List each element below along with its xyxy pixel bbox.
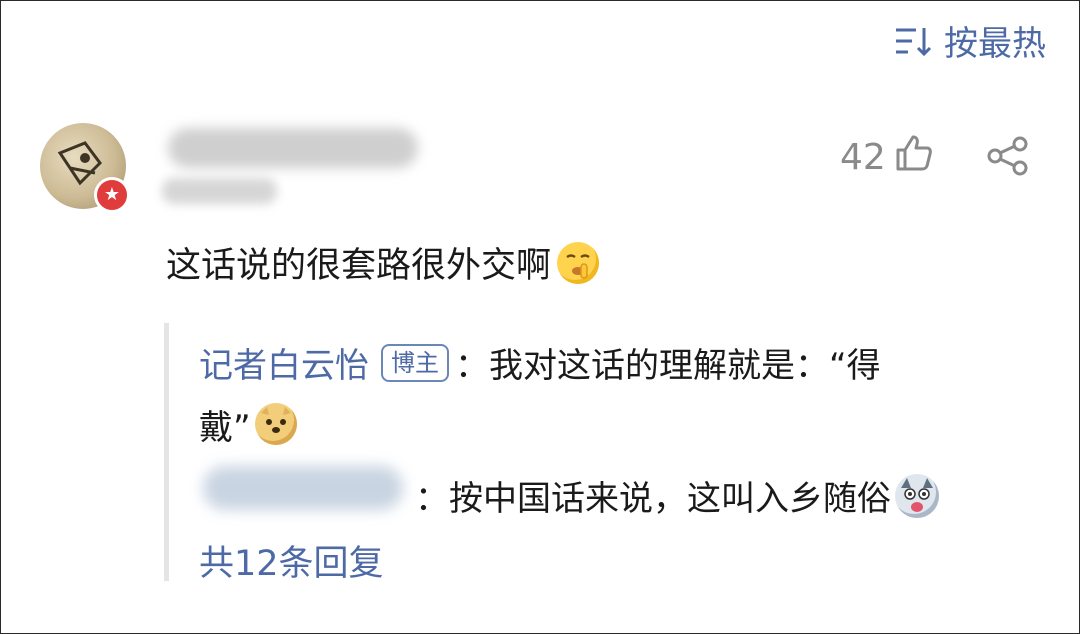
reply-text: ：我对这话的理解就是：“得 — [455, 346, 881, 386]
share-button[interactable] — [986, 136, 1030, 180]
reply-text: ：按中国话来说，这叫入乡随俗 — [415, 479, 891, 519]
blogger-tag: 博主 — [381, 344, 449, 382]
timestamp-blurred — [162, 178, 277, 204]
like-count: 42 — [840, 137, 886, 178]
reply-author-link[interactable]: 记者白云怡 — [199, 346, 369, 386]
reply-item-2[interactable]: ：按中国话来说，这叫入乡随俗 — [415, 471, 939, 520]
doge-emoji-icon — [254, 403, 297, 445]
comment-text: 这话说的很套路很外交啊 — [166, 237, 600, 288]
husky-emoji-icon — [895, 473, 939, 518]
like-button[interactable]: 42 — [840, 133, 934, 182]
sort-icon — [894, 24, 934, 58]
username-blurred[interactable] — [168, 128, 418, 168]
sort-label: 按最热 — [944, 24, 1046, 64]
replies-section: 记者白云怡 博主 ：我对这话的理解就是：“得 戴” ：按中国话来说，这叫入乡随俗 共… — [164, 323, 1049, 584]
reply-author-blurred[interactable] — [203, 466, 403, 510]
reply-item[interactable]: 记者白云怡 博主 ：我对这话的理解就是：“得 戴” — [199, 335, 1019, 459]
sort-by-hot-button[interactable]: 按最热 — [894, 16, 1046, 65]
share-icon — [986, 136, 1030, 180]
verified-star-icon: ★ — [94, 177, 130, 213]
reply-text-cont: 戴” — [199, 408, 251, 448]
avatar[interactable]: ★ — [40, 123, 130, 213]
view-all-replies-link[interactable]: 共12条回复 — [199, 535, 384, 586]
comment-body: 这话说的很套路很外交啊 — [166, 246, 552, 286]
shush-emoji-icon — [557, 241, 600, 284]
thumbs-up-icon — [894, 133, 934, 182]
